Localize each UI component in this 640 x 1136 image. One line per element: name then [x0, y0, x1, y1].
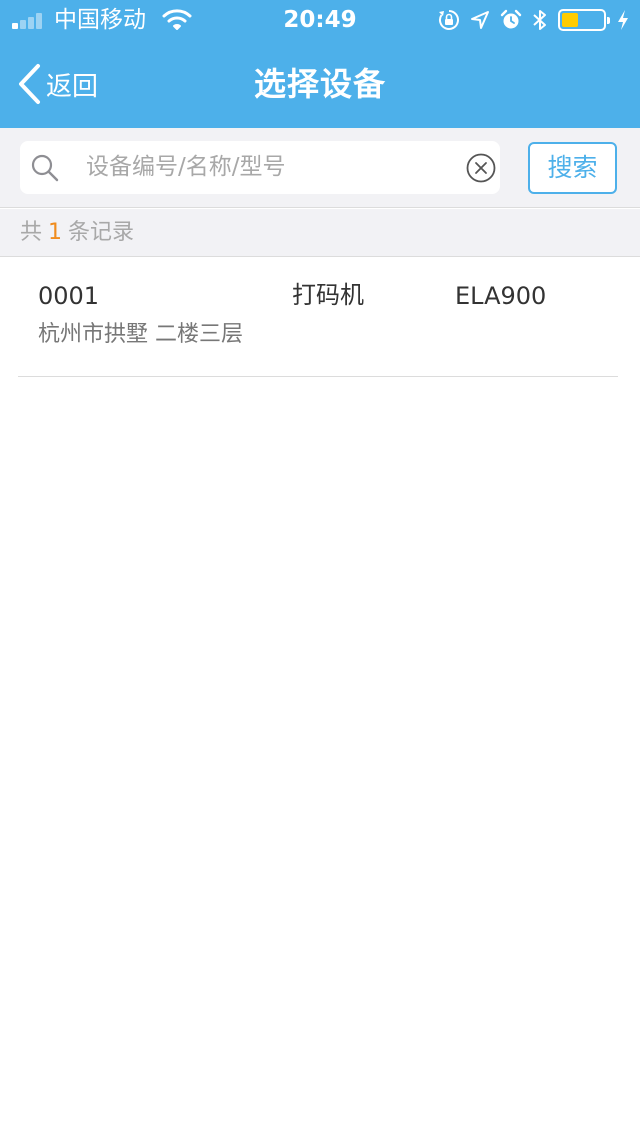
device-list: 0001 打码机 ELA900 杭州市拱墅 二楼三层	[0, 258, 640, 377]
record-count-suffix: 条记录	[68, 220, 135, 245]
device-list-item[interactable]: 0001 打码机 ELA900 杭州市拱墅 二楼三层	[18, 258, 618, 377]
search-input[interactable]	[86, 149, 446, 185]
orientation-lock-icon	[439, 10, 459, 30]
alarm-icon	[500, 9, 522, 29]
battery-level	[562, 13, 578, 27]
charging-icon	[618, 10, 628, 30]
record-count-number: 1	[48, 220, 63, 245]
bluetooth-icon	[533, 10, 546, 30]
battery-icon	[558, 9, 610, 31]
status-bar: 中国移动 20:49	[0, 0, 640, 40]
header: 中国移动 20:49 返回 选择设备	[0, 0, 640, 128]
search-area: 搜索	[0, 128, 640, 208]
device-code: 0001	[38, 282, 100, 310]
location-arrow-icon	[471, 11, 489, 29]
nav-bar: 返回 选择设备	[0, 40, 640, 128]
status-icons	[438, 8, 630, 32]
search-button[interactable]: 搜索	[528, 142, 617, 194]
page-title: 选择设备	[253, 65, 386, 103]
device-model: ELA900	[455, 282, 547, 310]
clear-icon[interactable]	[465, 152, 497, 184]
device-name: 打码机	[292, 281, 364, 309]
search-box[interactable]	[20, 141, 500, 194]
search-icon	[31, 154, 59, 182]
device-location: 杭州市拱墅 二楼三层	[38, 322, 243, 347]
record-count-prefix: 共	[20, 220, 43, 245]
record-count: 共 1 条记录	[0, 209, 640, 257]
